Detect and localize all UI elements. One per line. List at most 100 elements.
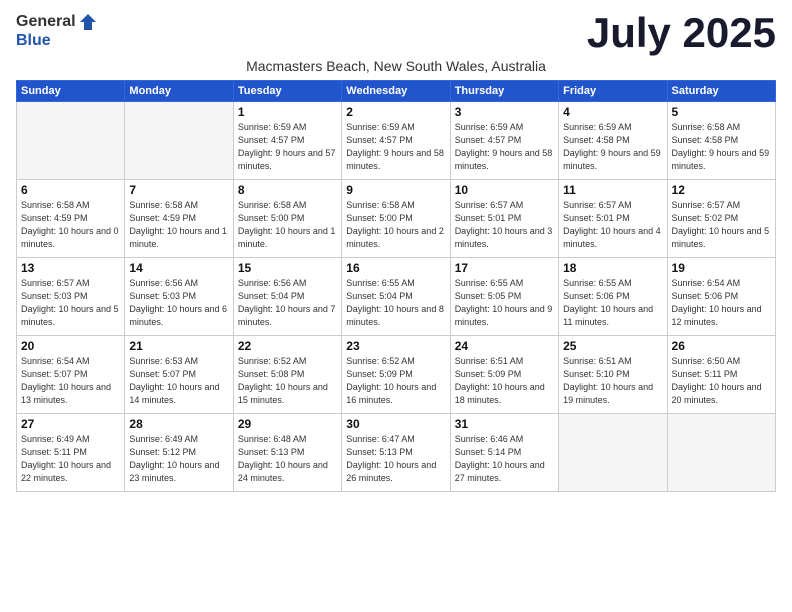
- day-header: Saturday: [667, 81, 775, 102]
- subtitle: Macmasters Beach, New South Wales, Austr…: [16, 58, 776, 74]
- calendar-cell: 29 Sunrise: 6:48 AM Sunset: 5:13 PM Dayli…: [233, 414, 341, 492]
- calendar-cell: 5 Sunrise: 6:58 AM Sunset: 4:58 PM Daylig…: [667, 102, 775, 180]
- day-info: Sunrise: 6:58 AM Sunset: 4:58 PM Dayligh…: [672, 121, 771, 173]
- day-info: Sunrise: 6:57 AM Sunset: 5:01 PM Dayligh…: [455, 199, 554, 251]
- day-info: Sunrise: 6:55 AM Sunset: 5:04 PM Dayligh…: [346, 277, 445, 329]
- calendar-week-row: 13 Sunrise: 6:57 AM Sunset: 5:03 PM Dayli…: [17, 258, 776, 336]
- logo-blue: Blue: [16, 32, 51, 50]
- logo-general: General: [16, 13, 76, 31]
- day-number: 11: [563, 183, 662, 197]
- calendar-cell: [125, 102, 233, 180]
- day-info: Sunrise: 6:53 AM Sunset: 5:07 PM Dayligh…: [129, 355, 228, 407]
- calendar-cell: [559, 414, 667, 492]
- day-info: Sunrise: 6:58 AM Sunset: 4:59 PM Dayligh…: [129, 199, 228, 251]
- calendar-cell: 20 Sunrise: 6:54 AM Sunset: 5:07 PM Dayli…: [17, 336, 125, 414]
- day-number: 26: [672, 339, 771, 353]
- calendar: SundayMondayTuesdayWednesdayThursdayFrid…: [16, 80, 776, 492]
- calendar-cell: 26 Sunrise: 6:50 AM Sunset: 5:11 PM Dayli…: [667, 336, 775, 414]
- calendar-cell: 30Sunrise: 6:47 AM Sunset: 5:13 PM Dayli…: [342, 414, 450, 492]
- day-number: 3: [455, 105, 554, 119]
- calendar-cell: 13 Sunrise: 6:57 AM Sunset: 5:03 PM Dayli…: [17, 258, 125, 336]
- calendar-cell: 21 Sunrise: 6:53 AM Sunset: 5:07 PM Dayli…: [125, 336, 233, 414]
- day-number: 9: [346, 183, 445, 197]
- day-info: Sunrise: 6:57 AM Sunset: 5:03 PM Dayligh…: [21, 277, 120, 329]
- day-number: 12: [672, 183, 771, 197]
- calendar-cell: 9 Sunrise: 6:58 AM Sunset: 5:00 PM Daylig…: [342, 180, 450, 258]
- logo-icon: [78, 12, 98, 32]
- day-info: Sunrise: 6:51 AM Sunset: 5:10 PM Dayligh…: [563, 355, 662, 407]
- calendar-cell: 14Sunrise: 6:56 AM Sunset: 5:03 PM Dayli…: [125, 258, 233, 336]
- calendar-week-row: 6 Sunrise: 6:58 AM Sunset: 4:59 PM Daylig…: [17, 180, 776, 258]
- calendar-cell: 4Sunrise: 6:59 AM Sunset: 4:58 PM Daylig…: [559, 102, 667, 180]
- calendar-header-row: SundayMondayTuesdayWednesdayThursdayFrid…: [17, 81, 776, 102]
- calendar-cell: 25Sunrise: 6:51 AM Sunset: 5:10 PM Dayli…: [559, 336, 667, 414]
- calendar-cell: 27Sunrise: 6:49 AM Sunset: 5:11 PM Dayli…: [17, 414, 125, 492]
- day-number: 29: [238, 417, 337, 431]
- day-number: 31: [455, 417, 554, 431]
- day-info: Sunrise: 6:48 AM Sunset: 5:13 PM Dayligh…: [238, 433, 337, 485]
- day-number: 2: [346, 105, 445, 119]
- calendar-cell: 11 Sunrise: 6:57 AM Sunset: 5:01 PM Dayli…: [559, 180, 667, 258]
- day-number: 5: [672, 105, 771, 119]
- day-info: Sunrise: 6:58 AM Sunset: 5:00 PM Dayligh…: [346, 199, 445, 251]
- calendar-cell: 22 Sunrise: 6:52 AM Sunset: 5:08 PM Dayli…: [233, 336, 341, 414]
- day-number: 17: [455, 261, 554, 275]
- day-number: 16: [346, 261, 445, 275]
- calendar-cell: 3 Sunrise: 6:59 AM Sunset: 4:57 PM Daylig…: [450, 102, 558, 180]
- day-number: 13: [21, 261, 120, 275]
- calendar-cell: 19 Sunrise: 6:54 AM Sunset: 5:06 PM Dayli…: [667, 258, 775, 336]
- day-number: 19: [672, 261, 771, 275]
- calendar-cell: 8Sunrise: 6:58 AM Sunset: 5:00 PM Daylig…: [233, 180, 341, 258]
- day-header: Wednesday: [342, 81, 450, 102]
- day-info: Sunrise: 6:55 AM Sunset: 5:05 PM Dayligh…: [455, 277, 554, 329]
- day-info: Sunrise: 6:57 AM Sunset: 5:01 PM Dayligh…: [563, 199, 662, 251]
- header: General Blue July 2025: [16, 12, 776, 54]
- day-header: Thursday: [450, 81, 558, 102]
- day-number: 7: [129, 183, 228, 197]
- day-number: 8: [238, 183, 337, 197]
- day-info: Sunrise: 6:49 AM Sunset: 5:11 PM Dayligh…: [21, 433, 120, 485]
- day-info: Sunrise: 6:52 AM Sunset: 5:08 PM Dayligh…: [238, 355, 337, 407]
- day-header: Tuesday: [233, 81, 341, 102]
- day-number: 6: [21, 183, 120, 197]
- calendar-cell: 18 Sunrise: 6:55 AM Sunset: 5:06 PM Dayli…: [559, 258, 667, 336]
- calendar-cell: 1Sunrise: 6:59 AM Sunset: 4:57 PM Daylig…: [233, 102, 341, 180]
- month-title: July 2025: [587, 12, 776, 54]
- calendar-cell: 24Sunrise: 6:51 AM Sunset: 5:09 PM Dayli…: [450, 336, 558, 414]
- calendar-cell: 23Sunrise: 6:52 AM Sunset: 5:09 PM Dayli…: [342, 336, 450, 414]
- calendar-cell: 28 Sunrise: 6:49 AM Sunset: 5:12 PM Dayli…: [125, 414, 233, 492]
- page: General Blue July 2025 Macmasters Beach,…: [0, 0, 792, 612]
- day-number: 14: [129, 261, 228, 275]
- day-number: 21: [129, 339, 228, 353]
- day-header: Monday: [125, 81, 233, 102]
- day-info: Sunrise: 6:50 AM Sunset: 5:11 PM Dayligh…: [672, 355, 771, 407]
- day-info: Sunrise: 6:54 AM Sunset: 5:06 PM Dayligh…: [672, 277, 771, 329]
- day-number: 20: [21, 339, 120, 353]
- calendar-cell: 16 Sunrise: 6:55 AM Sunset: 5:04 PM Dayli…: [342, 258, 450, 336]
- calendar-cell: [17, 102, 125, 180]
- logo: General Blue: [16, 12, 98, 50]
- day-info: Sunrise: 6:52 AM Sunset: 5:09 PM Dayligh…: [346, 355, 445, 407]
- day-number: 24: [455, 339, 554, 353]
- calendar-week-row: 20 Sunrise: 6:54 AM Sunset: 5:07 PM Dayli…: [17, 336, 776, 414]
- day-info: Sunrise: 6:55 AM Sunset: 5:06 PM Dayligh…: [563, 277, 662, 329]
- calendar-week-row: 27Sunrise: 6:49 AM Sunset: 5:11 PM Dayli…: [17, 414, 776, 492]
- day-number: 18: [563, 261, 662, 275]
- day-number: 4: [563, 105, 662, 119]
- day-info: Sunrise: 6:54 AM Sunset: 5:07 PM Dayligh…: [21, 355, 120, 407]
- day-number: 10: [455, 183, 554, 197]
- day-info: Sunrise: 6:49 AM Sunset: 5:12 PM Dayligh…: [129, 433, 228, 485]
- day-info: Sunrise: 6:57 AM Sunset: 5:02 PM Dayligh…: [672, 199, 771, 251]
- day-number: 28: [129, 417, 228, 431]
- calendar-cell: 6Sunrise: 6:58 AM Sunset: 4:59 PM Daylig…: [17, 180, 125, 258]
- calendar-cell: 12 Sunrise: 6:57 AM Sunset: 5:02 PM Dayli…: [667, 180, 775, 258]
- day-info: Sunrise: 6:46 AM Sunset: 5:14 PM Dayligh…: [455, 433, 554, 485]
- day-number: 22: [238, 339, 337, 353]
- day-number: 1: [238, 105, 337, 119]
- day-header: Friday: [559, 81, 667, 102]
- calendar-cell: 2Sunrise: 6:59 AM Sunset: 4:57 PM Daylig…: [342, 102, 450, 180]
- day-info: Sunrise: 6:47 AM Sunset: 5:13 PM Dayligh…: [346, 433, 445, 485]
- day-info: Sunrise: 6:59 AM Sunset: 4:57 PM Dayligh…: [455, 121, 554, 173]
- day-info: Sunrise: 6:56 AM Sunset: 5:04 PM Dayligh…: [238, 277, 337, 329]
- day-number: 15: [238, 261, 337, 275]
